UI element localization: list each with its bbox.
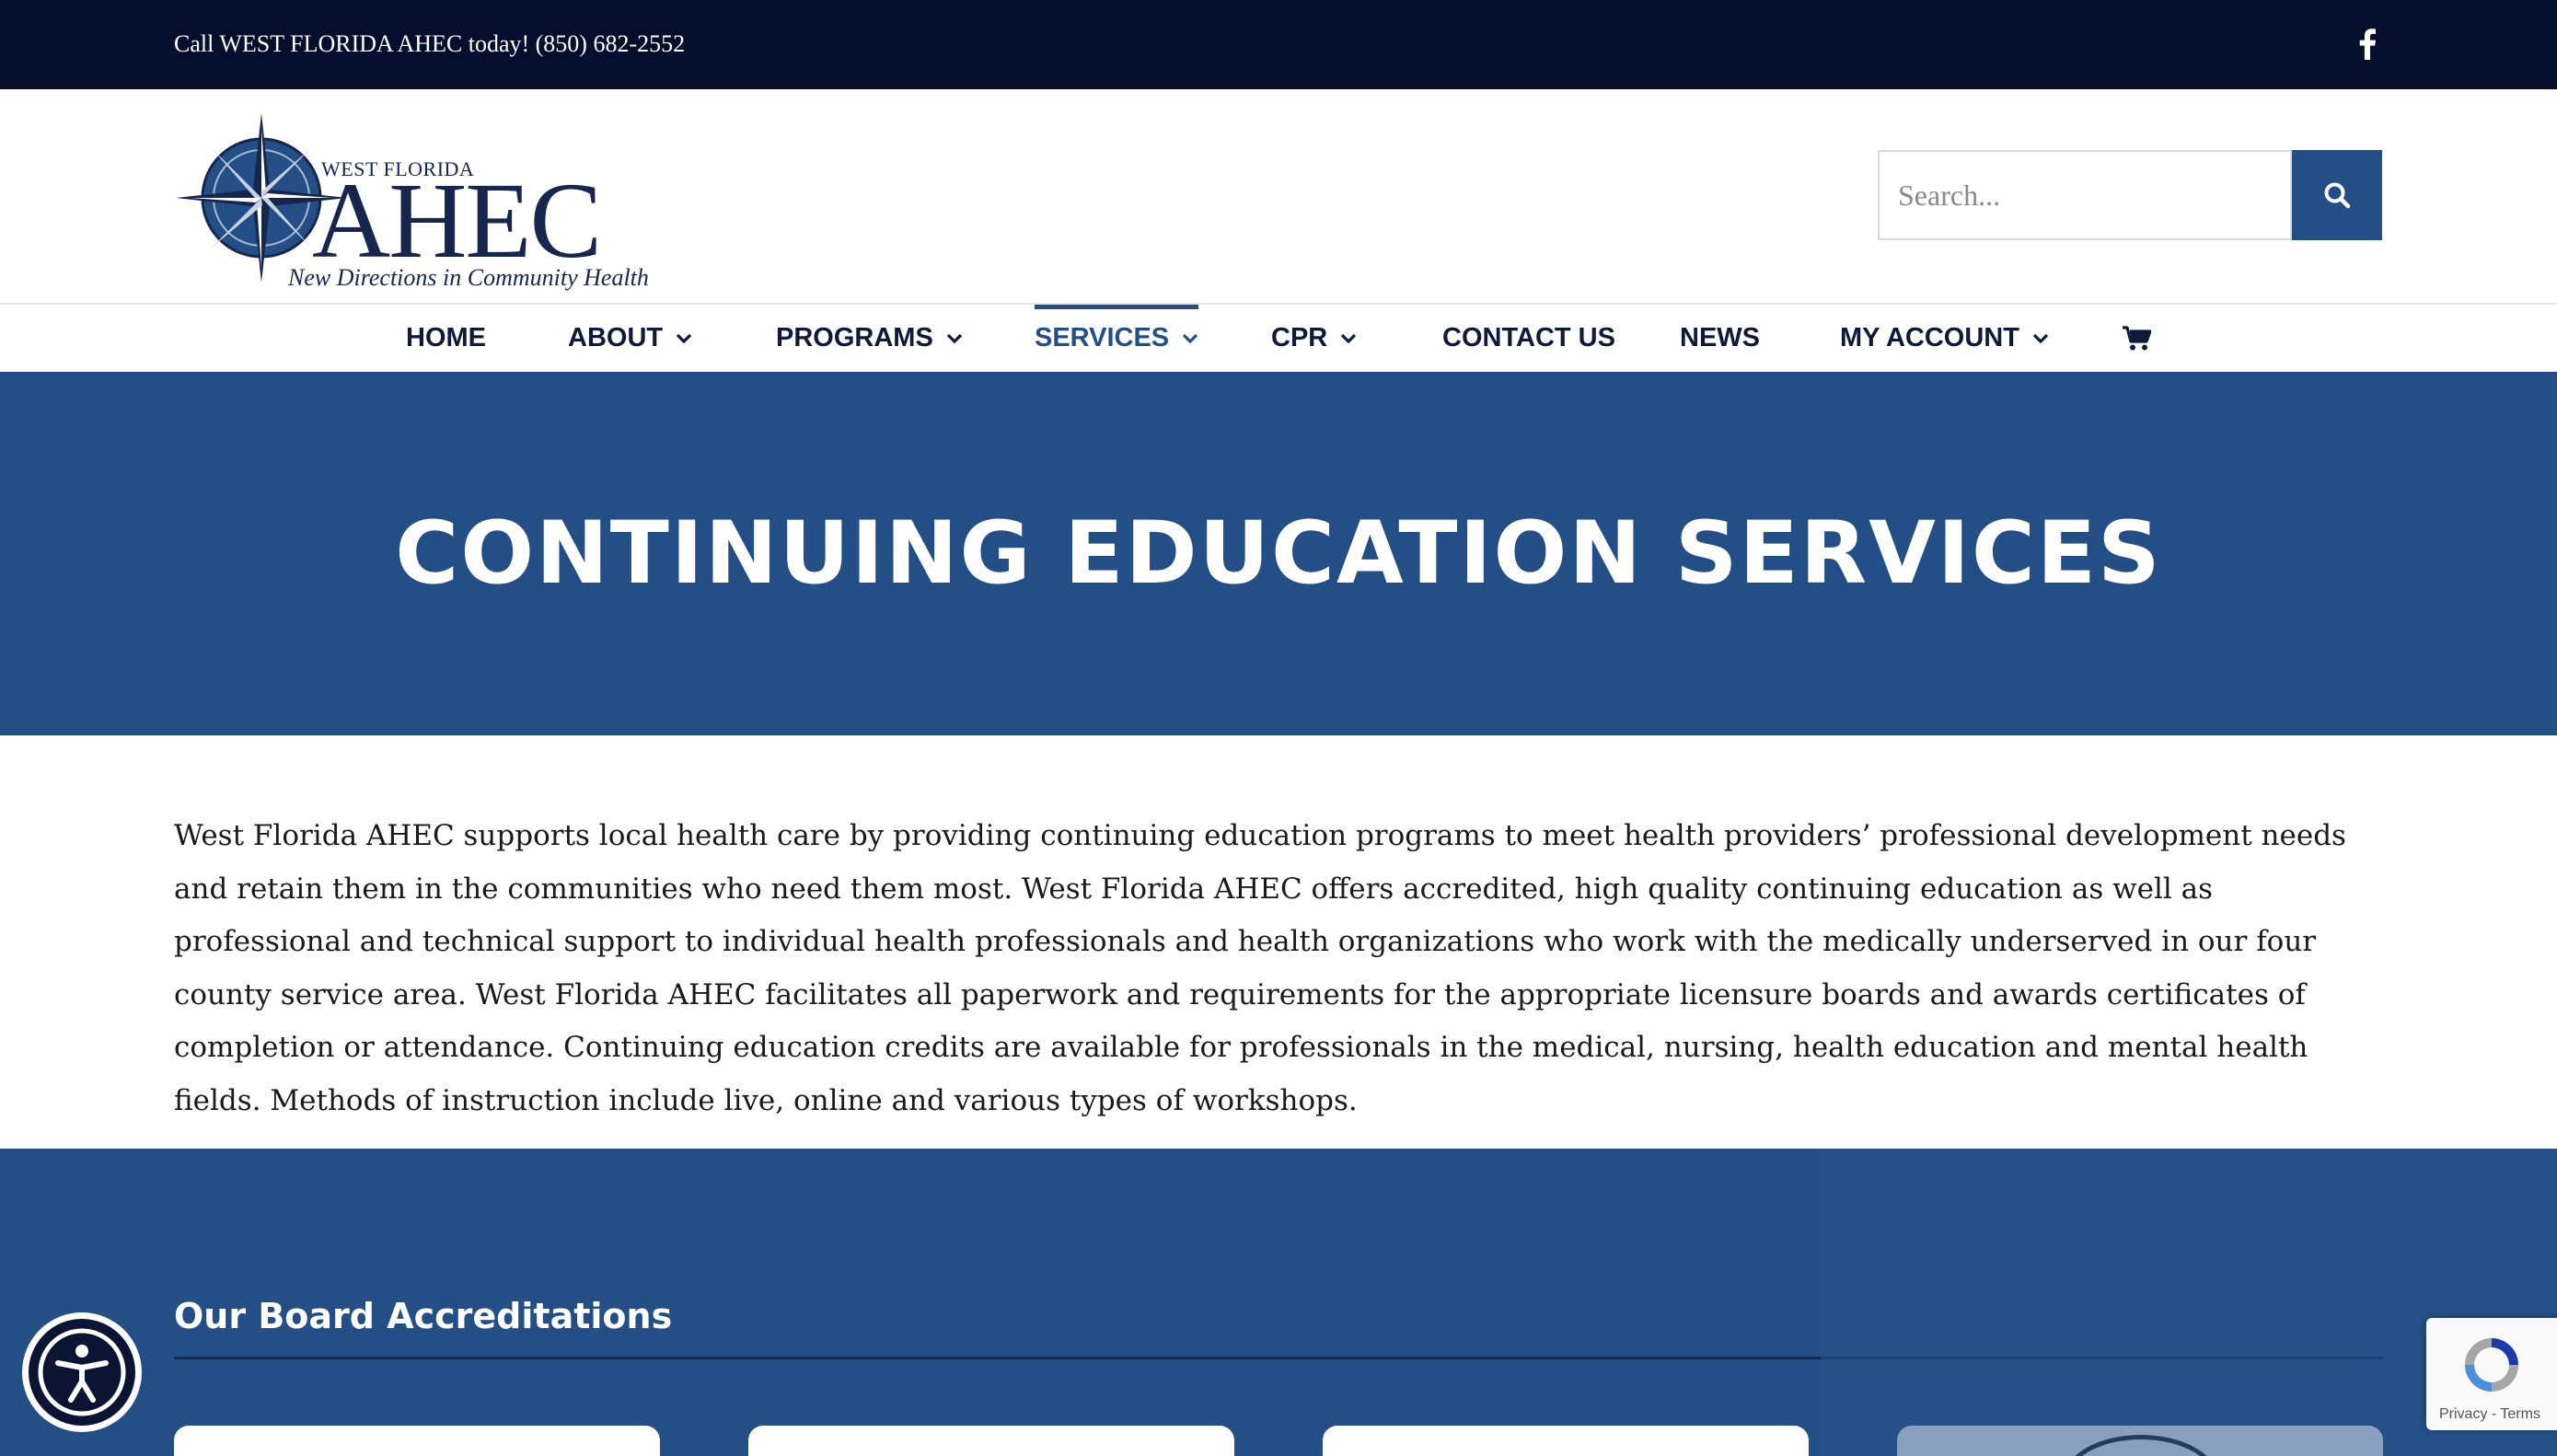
nav-item-cpr[interactable]: CPR — [1271, 305, 1357, 372]
facebook-icon — [2359, 29, 2376, 60]
site-logo[interactable]: WEST FLORIDA AHEC New Directions in Comm… — [174, 110, 649, 291]
accessibility-button-inner — [29, 1319, 135, 1426]
accreditations-heading: Our Board Accreditations — [174, 1296, 673, 1336]
nav-item-label: HOME — [406, 323, 486, 352]
intro-paragraph: West Florida AHEC supports local health … — [174, 819, 2346, 1117]
nav-item-label: ABOUT — [568, 323, 664, 352]
recaptcha-badge[interactable]: Privacy - Terms — [2426, 1318, 2557, 1430]
nav-item-home[interactable]: HOME — [406, 305, 486, 372]
chevron-down-icon — [2032, 333, 2049, 344]
nav-item-label: PROGRAMS — [776, 323, 933, 352]
nav-item-my-account[interactable]: MY ACCOUNT — [1840, 305, 2049, 372]
nav-item-label: CPR — [1271, 323, 1328, 352]
accreditation-card — [1323, 1426, 1809, 1456]
nav-item-services[interactable]: SERVICES — [1035, 305, 1199, 372]
search-button[interactable] — [2292, 150, 2382, 240]
chevron-down-icon — [676, 333, 692, 344]
facebook-link[interactable] — [2351, 24, 2384, 64]
chevron-down-icon — [946, 333, 963, 344]
search-input[interactable] — [1878, 150, 2292, 240]
nav-item-programs[interactable]: PROGRAMS — [776, 305, 963, 372]
site-header: WEST FLORIDA AHEC New Directions in Comm… — [0, 89, 2557, 305]
page-hero: CONTINUING EDUCATION SERVICES — [0, 372, 2557, 735]
nav-item-label: SERVICES — [1035, 323, 1170, 352]
search-icon — [2324, 182, 2351, 209]
nav-item-label: CONTACT US — [1442, 323, 1615, 352]
page-title: CONTINUING EDUCATION SERVICES — [395, 503, 2162, 604]
chevron-down-icon — [1340, 333, 1357, 344]
accreditation-card — [748, 1426, 1234, 1456]
accreditations-section: Our Board Accreditations — [0, 1149, 2557, 1456]
nav-item-label: NEWS — [1680, 323, 1760, 352]
accreditation-card — [174, 1426, 660, 1456]
top-bar: Call WEST FLORIDA AHEC today! (850) 682-… — [0, 0, 2557, 89]
cart-link[interactable] — [2122, 305, 2151, 372]
phone-callout: Call WEST FLORIDA AHEC today! (850) 682-… — [174, 30, 686, 57]
recaptcha-icon — [2465, 1338, 2518, 1392]
nav-item-news[interactable]: NEWS — [1680, 305, 1760, 372]
main-navigation: HOME ABOUT PROGRAMS SERVICES CPR CONTACT… — [0, 305, 2557, 372]
logo-tagline: New Directions in Community Health — [288, 264, 649, 291]
cart-icon — [2123, 325, 2151, 350]
nav-item-label: MY ACCOUNT — [1840, 323, 2019, 352]
accessibility-button[interactable] — [22, 1312, 142, 1432]
nav-item-about[interactable]: ABOUT — [568, 305, 692, 372]
logo-line-2: AHEC — [312, 160, 602, 281]
accessibility-icon — [38, 1328, 126, 1416]
chevron-down-icon — [1182, 333, 1198, 344]
recaptcha-terms: Privacy - Terms — [2439, 1406, 2540, 1422]
nav-item-contact-us[interactable]: CONTACT US — [1442, 305, 1615, 372]
